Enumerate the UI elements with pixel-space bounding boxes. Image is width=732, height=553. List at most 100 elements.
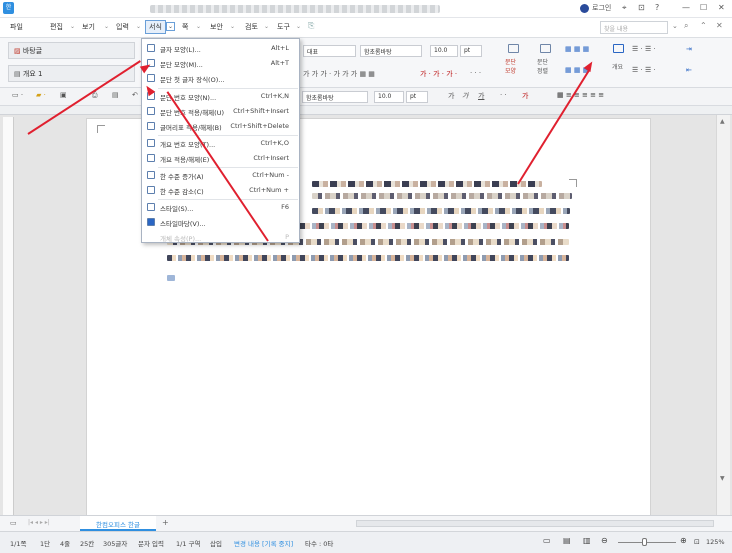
vertical-ruler[interactable] <box>3 117 14 515</box>
align-buttons[interactable]: ▦ ≡ ≡ ≡ ≡ ≡ <box>557 91 604 99</box>
user-avatar[interactable] <box>580 4 589 13</box>
menu-para-number-toggle[interactable]: 문단 번호 적용/해제(U) Ctrl+Shift+Insert <box>142 104 299 119</box>
menu-style[interactable]: 스타일(S)... F6 <box>142 200 299 215</box>
quick-tool-icon[interactable]: ⎘ <box>308 21 314 31</box>
menu-dropcap[interactable]: 문단 첫 글자 장식(O)... <box>142 71 299 86</box>
size-unit-field[interactable]: pt <box>460 45 482 57</box>
restore-icon[interactable]: ⊡ <box>638 3 645 12</box>
minimize-icon[interactable]: — <box>682 3 690 12</box>
add-tab-button[interactable]: + <box>162 518 169 527</box>
bold-button[interactable]: 가 <box>448 91 454 101</box>
menu-page[interactable]: 쪽 <box>182 22 188 32</box>
scroll-up-icon[interactable]: ▲ <box>720 118 725 125</box>
zoom-out-icon[interactable]: ⊖ <box>601 536 608 545</box>
tab-nav-icons[interactable]: |◂ ◂ ▸ ▸| <box>28 519 50 526</box>
paragraph-align-button[interactable]: 문단 정렬 <box>537 58 548 76</box>
horizontal-scrollbar[interactable] <box>356 520 714 527</box>
app-icon[interactable]: 한 <box>3 2 14 14</box>
zoom-slider-thumb[interactable] <box>642 538 647 546</box>
tab-document[interactable]: 한컴오피스 한글 <box>80 516 156 531</box>
font-color-button[interactable]: 가 <box>522 91 528 101</box>
outdent-icon[interactable]: ⇤ <box>686 66 692 74</box>
ribbon-up-icon[interactable]: ⌃ <box>700 21 707 30</box>
menu-shortcut: Alt+T <box>270 59 289 67</box>
menu-label: 개체 속성(P)... <box>160 235 202 243</box>
help-icon[interactable]: ? <box>655 3 659 12</box>
menu-insert[interactable]: 입력 <box>116 22 129 32</box>
list-group-icon[interactable]: ☰ · ☰ · <box>632 66 656 74</box>
vertical-scrollbar[interactable]: ▲ ▼ <box>716 115 730 515</box>
view-web-icon[interactable]: ▥ <box>583 536 591 545</box>
menu-format[interactable]: 서식 <box>145 20 166 34</box>
align-group-icon[interactable]: ▦ ▦ ▦ <box>565 45 589 53</box>
chevron-down-icon: ⌄ <box>230 23 236 30</box>
level-increase-icon <box>147 171 155 179</box>
close-icon[interactable]: ✕ <box>718 3 725 12</box>
style-item-1[interactable]: ▨ 바탕글 <box>8 42 135 59</box>
search-input[interactable]: 찾을 내용 <box>600 21 668 34</box>
menu-style-gallery[interactable]: 스타일마당(V)... <box>142 215 299 230</box>
zoom-level[interactable]: 125% <box>706 538 725 546</box>
tab-list-icon[interactable]: ▭ <box>10 519 17 527</box>
preview-icon[interactable]: ▤ <box>112 91 119 99</box>
tb2-font-field[interactable]: 함초롬바탕 <box>302 91 368 103</box>
ribbon-close-icon[interactable]: ✕ <box>716 21 723 30</box>
chevron-down-icon[interactable]: ⌄ <box>166 22 176 31</box>
menu-outline-number-shape[interactable]: 개요 번호 모양(T)... Ctrl+K,O <box>142 136 299 151</box>
status-col: 25칸 <box>80 540 95 548</box>
font-field[interactable]: 함초롬바탕 <box>360 45 422 57</box>
text-effect-icon[interactable]: · · <box>500 91 507 99</box>
pin-icon[interactable]: ⌖ <box>622 3 627 13</box>
new-doc-icon[interactable]: ▭ · <box>12 91 23 99</box>
zoom-fit-icon[interactable]: ⊡ <box>694 538 700 546</box>
align-toolbar[interactable]: · · · <box>470 69 481 77</box>
save-icon[interactable]: ▣ <box>60 91 67 99</box>
zoom-in-icon[interactable]: ⊕ <box>680 536 687 545</box>
menu-shortcut: Ctrl+K,N <box>260 92 289 100</box>
open-folder-icon[interactable]: ▰ · <box>36 91 46 99</box>
underline-button[interactable]: 가 <box>478 91 484 101</box>
menu-label: 한 수준 감소(C) <box>160 188 204 196</box>
text-color-button[interactable]: 가 · 가 · 가 · <box>420 69 457 79</box>
list-group-icon[interactable]: ☰ · ☰ · <box>632 45 656 53</box>
page-corner-mark <box>97 125 105 133</box>
outline-button[interactable]: 개요 <box>612 62 623 71</box>
status-insert[interactable]: 삽입 <box>210 538 222 548</box>
menu-char-shape[interactable]: 글자 모양(L)... Alt+L <box>142 41 299 56</box>
scroll-down-icon[interactable]: ▼ <box>720 475 725 482</box>
tb2-unit-field[interactable]: pt <box>406 91 428 103</box>
font-size-field[interactable]: 10.0 <box>430 45 458 57</box>
menu-outline-toggle[interactable]: 개요 적용/해제(E) Ctrl+Insert <box>142 151 299 166</box>
status-track-changes[interactable]: 변경 내용 [기록 중지] <box>234 538 293 548</box>
menu-view[interactable]: 보기 <box>82 22 95 32</box>
menu-review[interactable]: 검토 <box>245 22 258 32</box>
search-dropdown-icon[interactable]: ⌄ <box>672 22 678 30</box>
paragraph-shape-button[interactable]: 문단 모양 <box>505 58 516 76</box>
menu-edit[interactable]: 편집 <box>50 22 63 32</box>
menu-security[interactable]: 보안 <box>210 22 223 32</box>
style-name-field[interactable]: 대표 <box>303 45 356 57</box>
style-item-2[interactable]: ▤ 개요 1 <box>8 65 135 82</box>
horizontal-ruler[interactable] <box>0 106 732 115</box>
menu-bar: 파일 편집 보기 입력 서식 쪽 보안 검토 도구 ⌄ ⌄ ⌄ ⌄ ⌄ ⌄ ⌄ … <box>0 18 732 38</box>
find-icon[interactable]: ⌕ <box>684 21 688 31</box>
maximize-icon[interactable]: ☐ <box>700 3 707 12</box>
menu-label: 스타일마당(V)... <box>160 220 206 228</box>
tb2-size-field[interactable]: 10.0 <box>374 91 404 103</box>
menu-level-decrease[interactable]: 한 수준 감소(C) Ctrl+Num + <box>142 183 299 198</box>
menu-para-number-shape[interactable]: 문단 번호 모양(N)... Ctrl+K,N <box>142 89 299 104</box>
login-label[interactable]: 로그인 <box>592 3 611 13</box>
italic-button[interactable]: 가 <box>462 91 468 101</box>
bold-button[interactable]: 가 가 가 · 가 가 가 ▦ ▦ <box>303 69 375 79</box>
undo-icon[interactable]: ↶ <box>132 91 138 99</box>
menu-para-shape[interactable]: 문단 모양(M)... Alt+T <box>142 56 299 71</box>
view-normal-icon[interactable]: ▭ <box>543 536 551 545</box>
style-gallery-icon <box>147 218 155 226</box>
indent-icon[interactable]: ⇥ <box>686 45 692 53</box>
zoom-slider[interactable] <box>618 542 676 543</box>
menu-tools[interactable]: 도구 <box>277 22 290 32</box>
view-page-icon[interactable]: ▤ <box>563 536 571 545</box>
menu-bullet-toggle[interactable]: 글머리표 적용/해제(B) Ctrl+Shift+Delete <box>142 119 299 134</box>
menu-file[interactable]: 파일 <box>10 22 23 32</box>
style-label: 바탕글 <box>22 47 43 55</box>
